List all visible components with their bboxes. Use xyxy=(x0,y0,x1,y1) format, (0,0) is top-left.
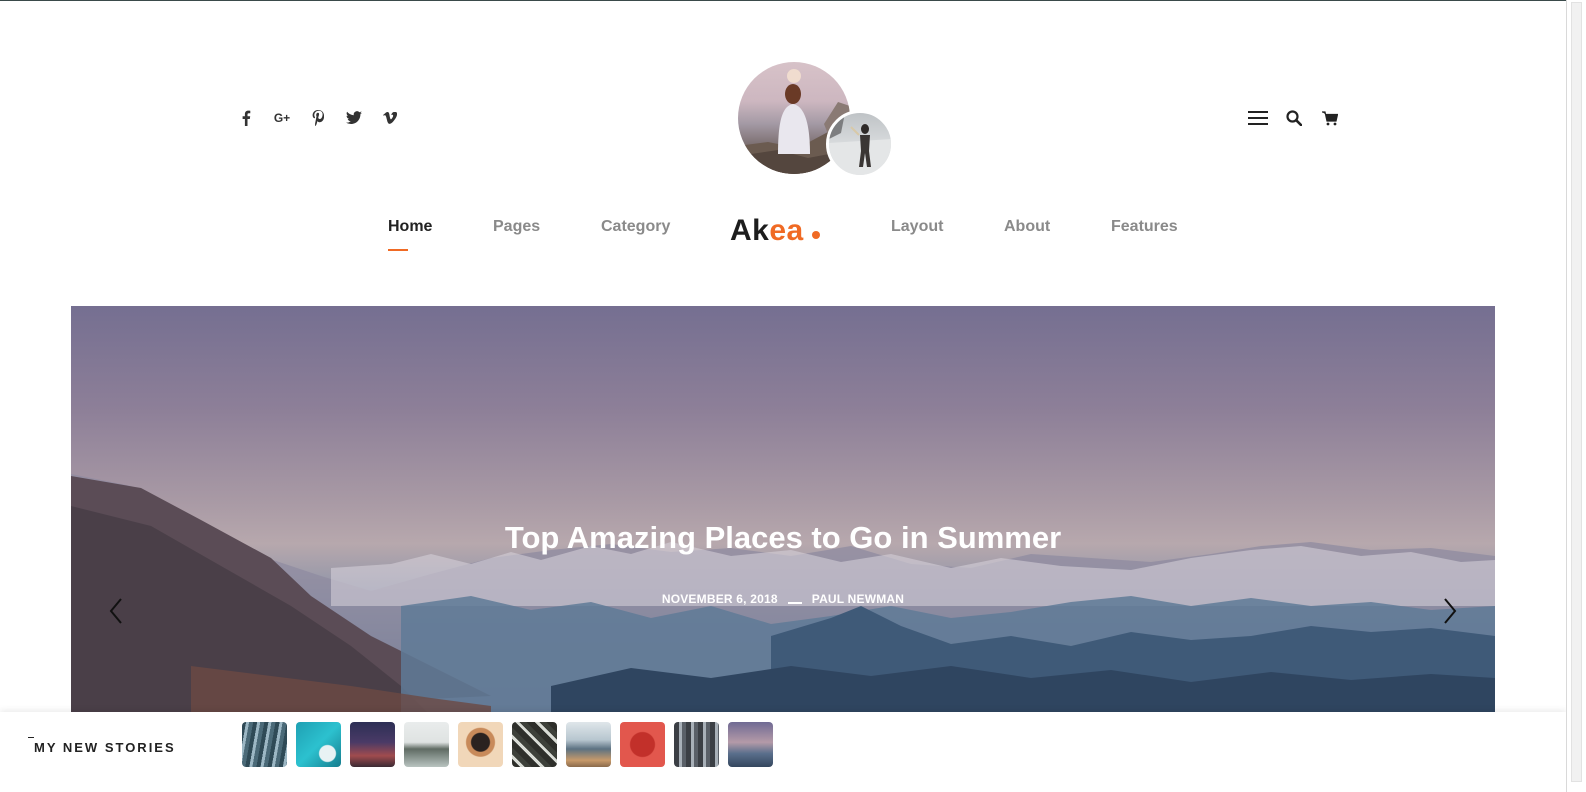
story-thumbnail[interactable] xyxy=(404,722,449,767)
story-thumbnail[interactable] xyxy=(512,722,557,767)
chevron-right-icon[interactable] xyxy=(1435,596,1465,626)
story-thumbnail[interactable] xyxy=(350,722,395,767)
nav-item-pages[interactable]: Pages xyxy=(493,218,540,236)
hero-background-image xyxy=(71,474,1495,716)
story-thumbnail[interactable] xyxy=(458,722,503,767)
search-icon[interactable] xyxy=(1276,106,1312,130)
hero-meta: NOVEMBER 6, 2018 PAUL NEWMAN xyxy=(71,592,1495,606)
pinterest-icon[interactable] xyxy=(300,106,336,130)
header-tools xyxy=(1240,106,1348,130)
hero-title[interactable]: Top Amazing Places to Go in Summer xyxy=(71,520,1495,556)
post-date: NOVEMBER 6, 2018 xyxy=(661,592,778,606)
social-links: G+ xyxy=(228,106,408,130)
twitter-icon[interactable] xyxy=(336,106,372,130)
google-plus-glyph: G+ xyxy=(273,111,291,125)
story-thumbnail[interactable] xyxy=(566,722,611,767)
nav-item-home[interactable]: Home xyxy=(388,218,432,236)
nav-item-layout[interactable]: Layout xyxy=(891,218,943,236)
nav-item-about[interactable]: About xyxy=(1004,218,1050,236)
story-thumbnail[interactable] xyxy=(728,722,773,767)
story-thumbnail[interactable] xyxy=(620,722,665,767)
stories-bar: MY NEW STORIES xyxy=(0,712,1566,792)
nav-item-features[interactable]: Features xyxy=(1111,218,1178,236)
hero-slider: Top Amazing Places to Go in Summer NOVEM… xyxy=(71,306,1495,716)
story-thumbnail[interactable] xyxy=(296,722,341,767)
cart-icon[interactable] xyxy=(1312,106,1348,130)
story-thumbnail[interactable] xyxy=(674,722,719,767)
facebook-icon[interactable] xyxy=(228,106,264,130)
logo-dot xyxy=(811,231,820,239)
scrollbar-thumb[interactable] xyxy=(1571,2,1582,782)
active-nav-indicator xyxy=(388,249,408,251)
post-author[interactable]: PAUL NEWMAN xyxy=(812,592,904,606)
story-thumbnail[interactable] xyxy=(242,722,287,767)
vertical-scrollbar[interactable] xyxy=(1566,0,1586,792)
logo-text-accent: ea xyxy=(769,214,804,247)
logo-text-dark: Ak xyxy=(730,214,770,247)
story-thumbnails xyxy=(242,722,773,767)
chevron-left-icon[interactable] xyxy=(101,596,131,626)
nav-item-category[interactable]: Category xyxy=(601,218,670,236)
vimeo-icon[interactable] xyxy=(372,106,408,130)
site-logo[interactable]: Akea xyxy=(730,214,820,248)
stories-dash xyxy=(28,737,34,738)
google-plus-icon[interactable]: G+ xyxy=(264,106,300,130)
window-top-border xyxy=(0,0,1586,1)
hamburger-menu-icon[interactable] xyxy=(1240,106,1276,130)
secondary-avatar xyxy=(826,110,894,178)
meta-separator xyxy=(787,601,802,604)
stories-label: MY NEW STORIES xyxy=(34,740,176,755)
